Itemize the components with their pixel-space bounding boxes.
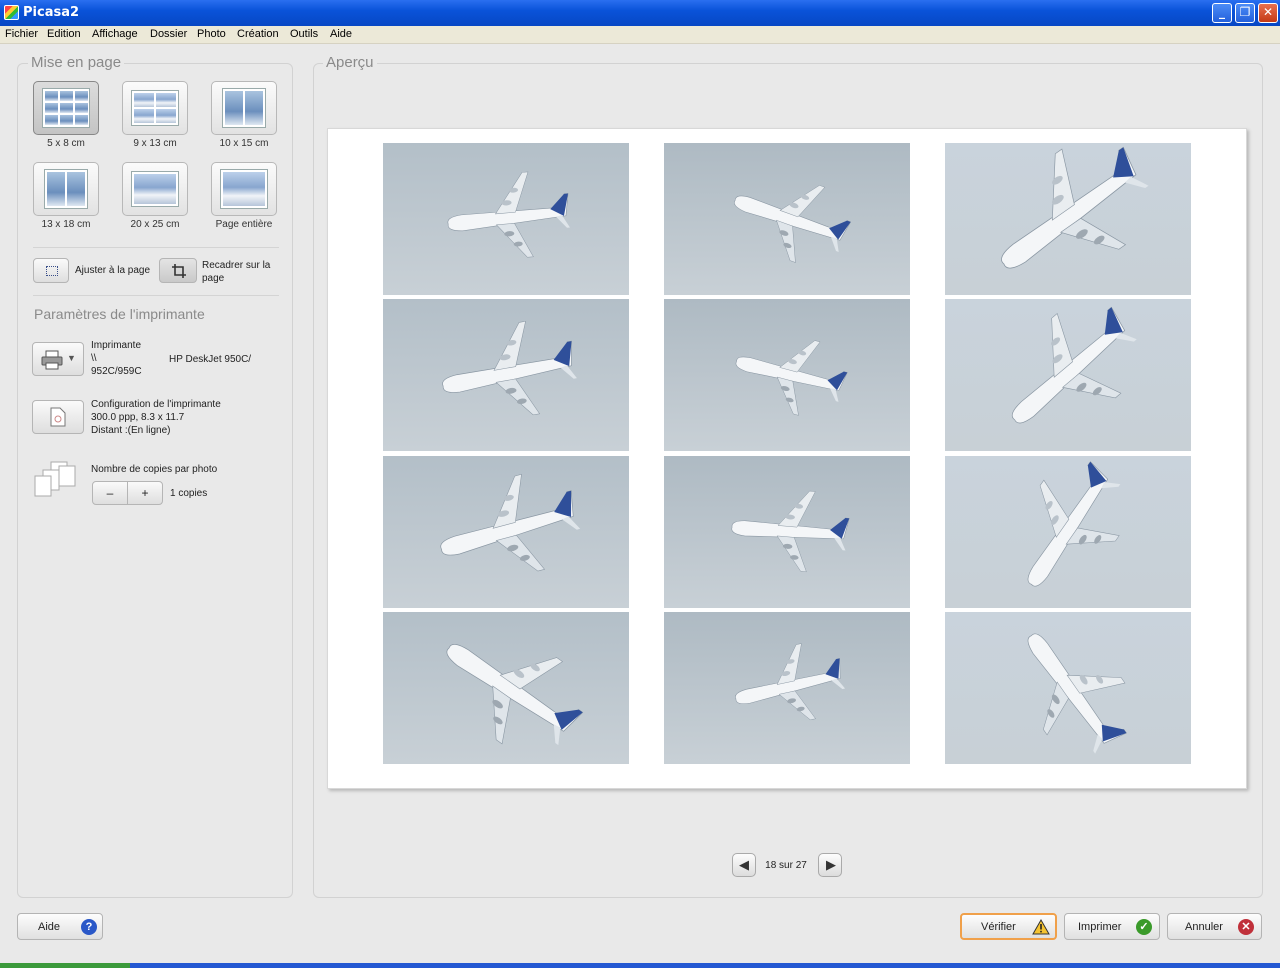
help-icon: ? (81, 919, 97, 935)
airplane-image (664, 299, 910, 451)
verify-label: Vérifier (981, 921, 1016, 933)
preview-photo (383, 143, 629, 295)
crop-icon (172, 264, 186, 278)
preview-photo (383, 299, 629, 451)
page-indicator: 18 sur 27 (765, 860, 807, 871)
tile-label-20x25: 20 x 25 cm (130, 219, 180, 230)
tile-label-full-page: Page entière (215, 219, 273, 230)
tile-label-13x18: 13 x 18 cm (41, 219, 91, 230)
divider (33, 295, 279, 296)
menu-dossier[interactable]: Dossier (150, 28, 187, 40)
taskbar-strip (0, 963, 1280, 968)
verify-button[interactable]: Vérifier (960, 913, 1057, 940)
copies-icon (34, 461, 76, 497)
arrow-left-icon: ◀ (739, 857, 749, 872)
airplane-image (945, 143, 1191, 295)
layout-tile-10x15[interactable] (211, 81, 277, 135)
preview-photo (383, 612, 629, 764)
airplane-image (664, 456, 910, 608)
preview-photo (664, 612, 910, 764)
divider (33, 247, 279, 248)
layout-panel-title: Mise en page (28, 54, 125, 71)
print-label: Imprimer (1078, 921, 1122, 933)
copies-increase-button[interactable]: + (127, 481, 163, 505)
next-page-button[interactable]: ▶ (818, 853, 842, 877)
tile-label-9x13: 9 x 13 cm (133, 138, 177, 149)
restore-button[interactable]: ❐ (1235, 3, 1255, 23)
airplane-image (383, 456, 629, 608)
preview-photo (664, 299, 910, 451)
layout-tile-full-page[interactable] (211, 162, 277, 216)
copies-decrease-button[interactable]: – (92, 481, 128, 505)
layout-tile-5x8[interactable] (33, 81, 99, 135)
cancel-label: Annuler (1185, 921, 1223, 933)
config-title: Configuration de l'imprimante (91, 399, 221, 410)
menu-photo[interactable]: Photo (197, 28, 226, 40)
printer-config-button[interactable] (32, 400, 84, 434)
preview-title: Aperçu (323, 54, 377, 71)
fit-to-page-button[interactable] (33, 258, 69, 283)
menu-edition[interactable]: Edition (47, 28, 81, 40)
copies-title: Nombre de copies par photo (91, 464, 218, 475)
close-window-button[interactable]: ✕ (1258, 3, 1278, 23)
previous-page-button[interactable]: ◀ (732, 853, 756, 877)
cancel-button[interactable]: Annuler ✕ (1167, 913, 1262, 940)
picasa-app-icon (4, 5, 19, 20)
airplane-image (383, 299, 629, 451)
menu-fichier[interactable]: Fichier (5, 28, 38, 40)
printer-path-1: \\ (91, 353, 97, 364)
config-line2: Distant :(En ligne) (91, 425, 171, 436)
crop-to-page-label: Recadrer sur la page (202, 260, 271, 284)
preview-photo (945, 612, 1191, 764)
preview-photo (664, 456, 910, 608)
warning-icon (1032, 919, 1050, 935)
window-title: Picasa2 (23, 5, 80, 20)
airplane-image (383, 143, 629, 295)
printer-icon (41, 350, 63, 370)
menu-outils[interactable]: Outils (290, 28, 318, 40)
layout-tile-13x18[interactable] (33, 162, 99, 216)
tile-label-5x8: 5 x 8 cm (47, 138, 85, 149)
config-line1: 300.0 ppp, 8.3 x 11.7 (91, 412, 185, 423)
checkmark-icon: ✓ (1136, 919, 1152, 935)
menu-bar: Fichier Edition Affichage Dossier Photo … (0, 26, 1280, 44)
preview-photo (945, 143, 1191, 295)
crop-to-page-button[interactable] (159, 258, 197, 283)
fit-to-page-label: Ajuster à la page (75, 265, 151, 276)
airplane-image (945, 612, 1191, 764)
airplane-image (945, 456, 1191, 608)
copies-value: 1 copies (170, 488, 208, 499)
page-setup-icon (50, 407, 66, 427)
fit-page-icon (46, 266, 58, 276)
airplane-image (945, 299, 1191, 451)
preview-page (327, 128, 1247, 789)
printer-select-button[interactable]: ▼ (32, 342, 84, 376)
printer-label: Imprimante (91, 340, 142, 351)
menu-affichage[interactable]: Affichage (92, 28, 138, 40)
help-label: Aide (38, 921, 61, 933)
title-bar: Picasa2 _ ❐ ✕ (0, 0, 1280, 26)
preview-photo (945, 299, 1191, 451)
minimize-button[interactable]: _ (1212, 3, 1232, 23)
layout-tile-9x13[interactable] (122, 81, 188, 135)
airplane-image (383, 612, 629, 764)
airplane-image (664, 612, 910, 764)
menu-aide[interactable]: Aide (330, 28, 352, 40)
printer-name: HP DeskJet 950C/ (169, 354, 252, 365)
preview-photo (383, 456, 629, 608)
tile-label-10x15: 10 x 15 cm (219, 138, 269, 149)
preview-photo (945, 456, 1191, 608)
layout-tile-20x25[interactable] (122, 162, 188, 216)
print-button[interactable]: Imprimer ✓ (1064, 913, 1160, 940)
chevron-down-icon: ▼ (67, 353, 76, 363)
preview-photo (664, 143, 910, 295)
airplane-image (664, 143, 910, 295)
printer-section-title: Paramètres de l'imprimante (34, 306, 205, 322)
cancel-x-icon: ✕ (1238, 919, 1254, 935)
printer-path-2: 952C/959C (91, 366, 142, 377)
arrow-right-icon: ▶ (826, 857, 836, 872)
help-button[interactable]: Aide ? (17, 913, 103, 940)
menu-creation[interactable]: Création (237, 28, 279, 40)
